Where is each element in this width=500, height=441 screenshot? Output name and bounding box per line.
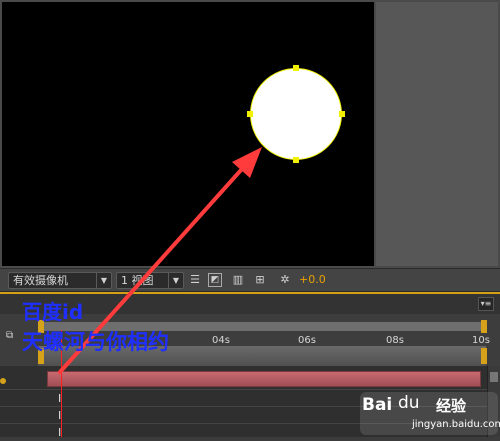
layer-duration-bar[interactable] <box>47 371 481 387</box>
solid-circle-layer[interactable] <box>250 68 342 160</box>
view-layout-label: 1 视图 <box>121 274 154 287</box>
layer-label-color-icon <box>0 378 6 384</box>
exposure-value[interactable]: +0.0 <box>299 273 326 286</box>
tick-label: 10s <box>472 335 490 346</box>
comp-mini-flowchart-icon[interactable]: ⧉ <box>6 330 22 342</box>
chevron-down-icon: ▼ <box>168 273 183 288</box>
composition-viewer-panel <box>0 0 500 268</box>
chevron-down-icon: ▼ <box>96 273 111 288</box>
active-camera-label: 有效摄像机 <box>13 274 68 287</box>
reset-exposure-icon[interactable]: ✲ <box>278 273 292 287</box>
scrollbar-thumb[interactable] <box>490 372 498 382</box>
active-camera-dropdown[interactable]: 有效摄像机 ▼ <box>8 272 112 289</box>
viewer-side-pane <box>376 2 498 266</box>
viewer-toolbar: 有效摄像机 ▼ 1 视图 ▼ ☰ ◩ ▥ ⊞ ✲ +0.0 <box>0 268 500 292</box>
tick-label: 06s <box>298 335 316 346</box>
watermark-line-2: 天螺河与你相约 <box>22 330 169 354</box>
transform-handle-left[interactable] <box>247 111 253 117</box>
timeline-toggle-icon[interactable]: ▥ <box>231 273 245 287</box>
logo-chinese-text: 经验 <box>436 397 467 415</box>
navigator-end-handle[interactable] <box>481 320 487 333</box>
panel-menu-icon[interactable]: ▾≡ <box>478 297 494 311</box>
tick-label: 04s <box>212 335 230 346</box>
fast-previews-icon[interactable]: ◩ <box>208 273 222 287</box>
tick-label: 08s <box>386 335 404 346</box>
transform-handle-right[interactable] <box>339 111 345 117</box>
flowchart-icon[interactable]: ⊞ <box>253 273 267 287</box>
view-layout-dropdown[interactable]: 1 视图 ▼ <box>116 272 184 289</box>
logo-paw-text: du <box>398 393 420 413</box>
transform-handle-top[interactable] <box>293 65 299 71</box>
logo-text: Bai <box>362 395 393 415</box>
pixel-aspect-icon[interactable]: ☰ <box>188 273 202 287</box>
composition-canvas[interactable] <box>2 2 374 266</box>
work-area-end-handle[interactable] <box>481 348 487 364</box>
watermark-line-1: 百度id <box>22 300 84 324</box>
transform-handle-bottom[interactable] <box>293 157 299 163</box>
timeline-active-tab-indicator <box>0 292 500 294</box>
logo-url: jingyan.baidu.com <box>412 419 500 430</box>
